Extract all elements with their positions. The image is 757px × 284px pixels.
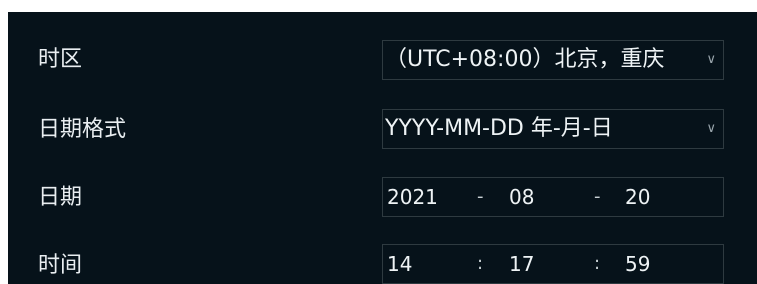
date-separator: - (594, 186, 601, 207)
date-format-label: 日期格式 (38, 117, 127, 142)
date-format-value: YYYY-MM-DD 年-月-日 (385, 116, 613, 141)
timezone-select[interactable]: （UTC+08:00）北京，重庆 ∨ (382, 40, 724, 80)
chevron-down-icon: ∨ (706, 121, 716, 136)
date-label: 日期 (38, 185, 83, 210)
time-separator: : (477, 253, 484, 274)
date-month-field[interactable]: 08 (509, 178, 534, 216)
date-separator: - (477, 186, 484, 207)
time-second-field[interactable]: 59 (625, 245, 650, 283)
date-input[interactable]: 2021 - 08 - 20 (382, 177, 724, 217)
date-format-select[interactable]: YYYY-MM-DD 年-月-日 ∨ (382, 109, 724, 149)
time-separator: : (594, 253, 601, 274)
time-label: 时间 (38, 253, 83, 278)
time-hour-field[interactable]: 14 (387, 245, 412, 283)
time-minute-field[interactable]: 17 (509, 245, 534, 283)
date-year-field[interactable]: 2021 (387, 178, 438, 216)
chevron-down-icon: ∨ (706, 52, 716, 67)
timezone-label: 时区 (38, 47, 83, 72)
timezone-value: （UTC+08:00）北京，重庆 (385, 47, 665, 72)
date-day-field[interactable]: 20 (625, 178, 650, 216)
time-input[interactable]: 14 : 17 : 59 (382, 244, 724, 284)
settings-panel: 时区 （UTC+08:00）北京，重庆 ∨ 日期格式 YYYY-MM-DD 年-… (8, 12, 757, 284)
